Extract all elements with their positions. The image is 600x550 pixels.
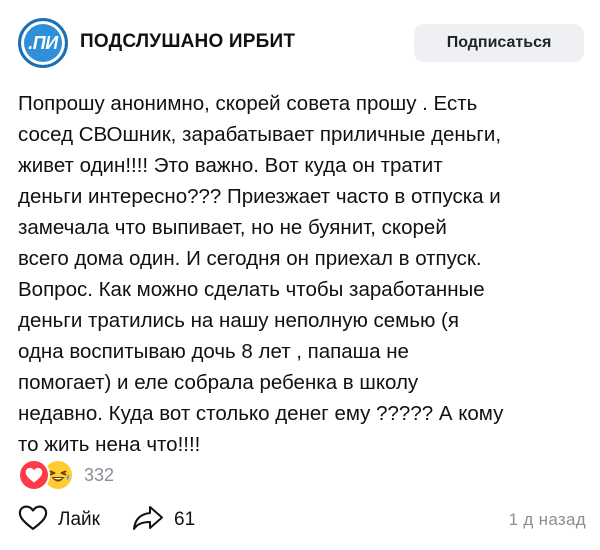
post-line: Попрошу анонимно, скорей совета прошу . … [18, 92, 478, 115]
reactions-summary[interactable]: 332 [18, 458, 114, 492]
channel-avatar[interactable]: .ПИ [18, 18, 68, 68]
like-label: Лайк [58, 509, 100, 530]
avatar-text: .ПИ [28, 32, 58, 53]
post-line: всего дома один. И сегодня он приехал в … [18, 247, 482, 270]
subscribe-button[interactable]: Подписаться [414, 24, 584, 62]
share-button[interactable]: 61 [132, 500, 195, 540]
post-line: деньги интересно??? Приезжает часто в от… [18, 185, 501, 208]
post-line: Вопрос. Как можно сделать чтобы заработа… [18, 278, 485, 301]
like-button[interactable]: Лайк [18, 500, 100, 540]
post-line: живет один!!!! Это важно. Вот куда он тр… [18, 154, 443, 177]
post-timestamp: 1 д назад [508, 510, 586, 529]
heart-outline-icon [18, 504, 48, 536]
heart-icon [18, 459, 50, 491]
post-line: одна воспитываю дочь 8 лет , папаша не [18, 340, 409, 363]
post-line: недавно. Куда вот столько денег ему ????… [18, 402, 504, 425]
post-footer: Лайк 61 1 д назад [18, 500, 588, 540]
post-line: помогает) и еле собрала ребенка в школу [18, 371, 419, 394]
reaction-count: 332 [84, 464, 115, 485]
post-line: деньги тратились на нашу неполную семью … [18, 309, 459, 332]
post-line: замечала что выпивает, но не буянит, ско… [18, 216, 447, 239]
post-line: то жить нена что!!!! [18, 433, 201, 456]
post-line: сосед СВОшник, зарабатывает приличные де… [18, 123, 502, 146]
share-count: 61 [174, 509, 196, 530]
channel-name[interactable]: ПОДСЛУШАНО ИРБИТ [80, 31, 295, 53]
post-text: Попрошу анонимно, скорей совета прошу . … [18, 88, 588, 460]
share-arrow-icon [132, 504, 164, 537]
post-header: .ПИ ПОДСЛУШАНО ИРБИТ Подписаться [14, 14, 586, 74]
